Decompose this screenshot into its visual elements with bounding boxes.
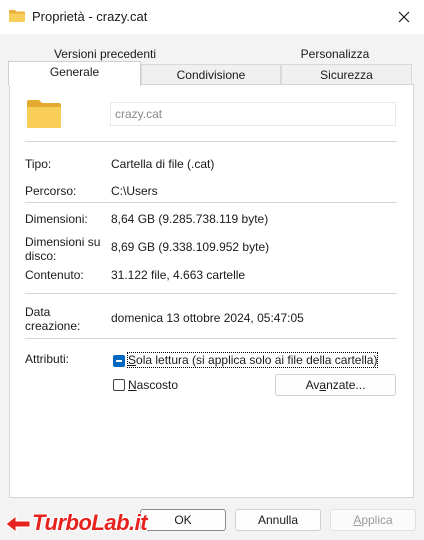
folder-icon (27, 100, 61, 128)
turbo-icon (5, 514, 31, 534)
readonly-label-text: ola lettura (si applica solo ai file del… (136, 353, 378, 367)
contains-label: Contenuto: (25, 268, 84, 282)
type-value: Cartella di file (.cat) (111, 157, 215, 171)
size-on-disk-label: Dimensioni su disco: (25, 235, 101, 263)
separator (25, 141, 397, 142)
size-on-disk-value: 8,69 GB (9.338.109.952 byte) (111, 240, 270, 254)
folder-icon (9, 10, 25, 22)
advanced-button[interactable]: Avanzate... (275, 374, 396, 396)
tab-sicurezza[interactable]: Sicurezza (281, 64, 412, 84)
folder-name-input[interactable] (110, 102, 396, 126)
title-bar: Proprietà - crazy.cat (0, 0, 424, 34)
hidden-checkbox[interactable] (113, 379, 125, 391)
close-icon (398, 11, 410, 23)
tab-generale[interactable]: Generale (8, 61, 141, 86)
readonly-checkbox[interactable] (113, 355, 125, 367)
size-label: Dimensioni: (25, 212, 88, 226)
type-label: Tipo: (25, 157, 52, 171)
size-value: 8,64 GB (9.285.738.119 byte) (111, 212, 269, 226)
watermark-text: TurboLab.it (32, 510, 148, 535)
contains-value: 31.122 file, 4.663 cartelle (111, 268, 246, 282)
separator (25, 338, 397, 339)
apply-button-label: pplica (361, 513, 393, 527)
tab-row-lower: Generale Condivisione Sicurezza (8, 61, 416, 86)
close-button[interactable] (390, 4, 418, 30)
readonly-label[interactable]: Sola lettura (si applica solo ai file de… (126, 352, 379, 368)
attributes-label: Attributi: (25, 352, 70, 366)
hidden-label-text: ascosto (136, 378, 179, 392)
separator (25, 293, 397, 294)
hidden-label[interactable]: Nascosto (128, 378, 178, 392)
window-title: Proprietà - crazy.cat (32, 9, 148, 24)
location-label: Percorso: (25, 184, 77, 198)
tab-condivisione[interactable]: Condivisione (141, 64, 281, 84)
cancel-button[interactable]: Annulla (235, 509, 321, 531)
created-label: Data creazione: (25, 305, 81, 333)
general-panel: Tipo: Cartella di file (.cat) Percorso: … (9, 84, 414, 498)
watermark-logo: TurboLab.it (0, 504, 168, 540)
advanced-button-label: nzate... (326, 378, 366, 392)
separator (25, 202, 397, 203)
location-value: C:\Users (111, 184, 158, 198)
created-value: domenica 13 ottobre 2024, 05:47:05 (111, 311, 304, 325)
tab-personalizza[interactable]: Personalizza (260, 44, 410, 64)
apply-button[interactable]: Applica (330, 509, 416, 531)
